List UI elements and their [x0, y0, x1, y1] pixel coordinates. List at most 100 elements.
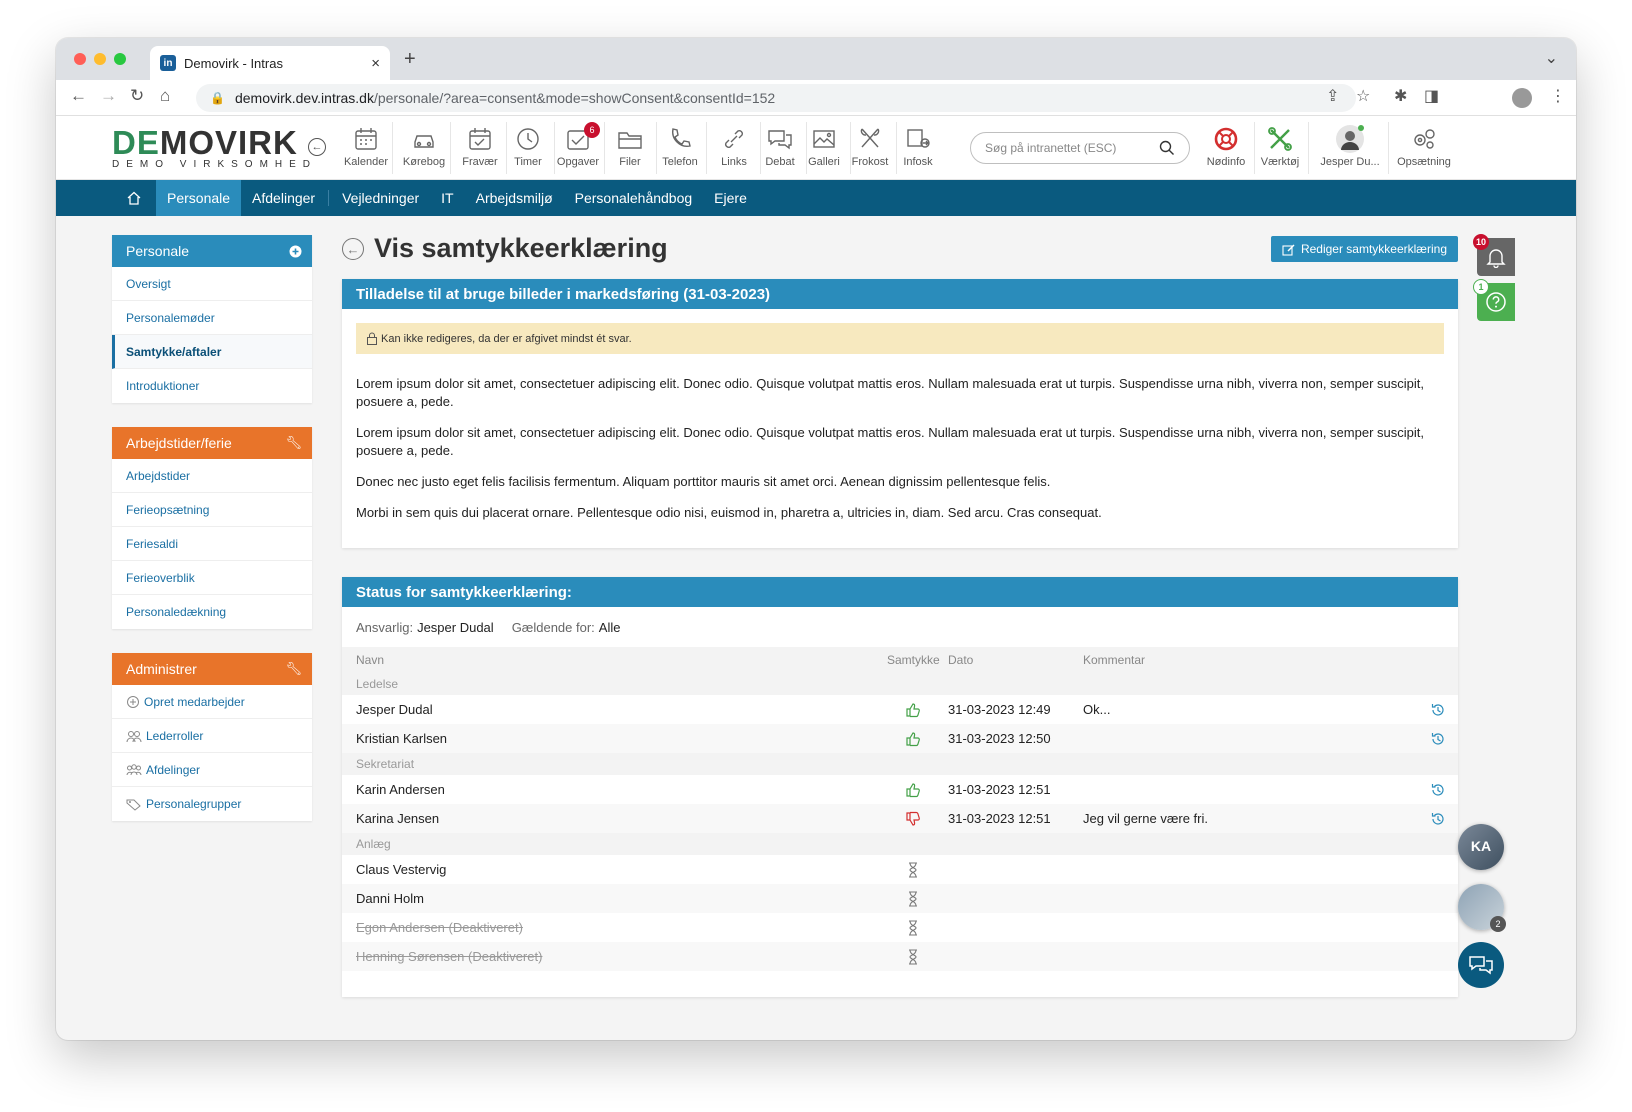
url-bar[interactable]: 🔒 demovirk.dev.intras.dk/personale/?area…: [196, 84, 1356, 112]
tag-icon: [126, 797, 142, 811]
thumbs-up-icon: [902, 731, 924, 747]
toolbar-car-button[interactable]: Kørebog: [396, 122, 452, 168]
tab-search-chevron-icon[interactable]: ⌄: [1545, 48, 1558, 68]
nav-item-4[interactable]: Arbejdsmiljø: [465, 180, 564, 216]
back-arrow-icon[interactable]: ←: [70, 86, 87, 106]
nav-item-0[interactable]: Personale: [156, 180, 242, 216]
sidepanel-icon[interactable]: ◨: [1424, 86, 1439, 106]
row-comment: Ok...: [1083, 702, 1111, 717]
nav-item-6[interactable]: Ejere: [703, 180, 758, 216]
consent-paragraph: Lorem ipsum dolor sit amet, consectetuer…: [356, 425, 1424, 458]
maximize-window-button[interactable]: [114, 53, 126, 65]
chat-contact-initials: KA: [1470, 838, 1492, 854]
reload-icon[interactable]: ↻: [130, 86, 144, 106]
forward-arrow-icon[interactable]: →: [100, 86, 117, 106]
status-group-header: Sekretariat: [342, 753, 1458, 775]
sidebar-item[interactable]: Arbejdstider: [112, 459, 312, 493]
sidebar-panel-header[interactable]: Arbejdstider/ferie 🔧︎: [112, 427, 312, 459]
app-header: DEMOVIRK DEMO VIRKSOMHED ← Kalender Køreb…: [56, 116, 1576, 180]
help-button[interactable]: 1: [1473, 279, 1515, 321]
browser-menu-icon[interactable]: ⋮: [1550, 86, 1566, 106]
header-tool-label: Opsætning: [1397, 156, 1451, 168]
chat-button[interactable]: [1458, 942, 1504, 988]
row-date: 31-03-2023 12:51: [948, 811, 1051, 826]
close-window-button[interactable]: [74, 53, 86, 65]
users-icon: [126, 729, 142, 743]
sidebar-item[interactable]: Introduktioner: [112, 369, 312, 403]
consent-paragraph: Lorem ipsum dolor sit amet, consectetuer…: [356, 376, 1424, 409]
consent-card: Tilladelse til at bruge billeder i marke…: [342, 279, 1458, 548]
sidebar-item[interactable]: Lederroller: [112, 719, 312, 753]
sidebar-item[interactable]: Opret medarbejder: [112, 685, 312, 719]
bookmark-star-icon[interactable]: ☆: [1356, 86, 1370, 106]
header-lifebuoy-button[interactable]: Nødinfo: [1198, 122, 1254, 168]
toolbar-calendar-button[interactable]: Kalender: [338, 122, 394, 168]
user-avatar-icon: [1312, 122, 1388, 156]
nav-home-icon[interactable]: [112, 180, 156, 216]
company-logo[interactable]: DEMOVIRK DEMO VIRKSOMHED: [112, 126, 318, 170]
sidebar-item[interactable]: Personalemøder: [112, 301, 312, 335]
header-tools-button[interactable]: Værktøj: [1252, 122, 1308, 168]
logo-sub: DEMO VIRKSOMHED: [112, 159, 318, 170]
chat-contact-bubble[interactable]: KA: [1458, 824, 1504, 870]
consent-title: Tilladelse til at bruge billeder i marke…: [342, 279, 1458, 309]
nav-item-5[interactable]: Personalehåndbog: [564, 180, 704, 216]
wrench-icon[interactable]: 🔧︎: [285, 661, 302, 677]
toolbar-folder-button[interactable]: Filer: [602, 122, 658, 168]
sidebar-item[interactable]: Afdelinger: [112, 753, 312, 787]
sidebar-item[interactable]: Feriesaldi: [112, 527, 312, 561]
collapse-sidebar-icon[interactable]: ←: [308, 138, 326, 156]
hourglass-icon: [902, 890, 924, 907]
search-input[interactable]: Søg på intranettet (ESC): [970, 132, 1190, 164]
new-tab-button[interactable]: +: [404, 48, 416, 71]
back-circle-icon[interactable]: ←: [342, 238, 364, 260]
nav-item-1[interactable]: Afdelinger: [241, 180, 326, 216]
nav-item-3[interactable]: IT: [430, 180, 464, 216]
home-icon[interactable]: ⌂: [160, 86, 170, 106]
favicon-icon: in: [160, 55, 176, 71]
share-icon[interactable]: ⇪: [1326, 86, 1339, 106]
sidebar-panel-header[interactable]: Administrer 🔧︎: [112, 653, 312, 685]
header-gears-button[interactable]: Opsætning: [1392, 122, 1456, 168]
minimize-window-button[interactable]: [94, 53, 106, 65]
header-user-avatar-button[interactable]: Jesper Du...: [1312, 122, 1388, 168]
tools-icon: [1252, 122, 1308, 156]
table-row: Kristian Karlsen 31-03-2023 12:50: [342, 724, 1458, 753]
toolbar-clock-button[interactable]: Timer: [500, 122, 556, 168]
sidebar-item-label: Oversigt: [126, 276, 171, 291]
browser-tab[interactable]: in Demovirk - Intras ×: [150, 46, 390, 80]
edit-consent-button[interactable]: Rediger samtykkeerklæring: [1270, 236, 1458, 262]
consent-paragraph: Morbi in sem quis dui placerat ornare. P…: [356, 505, 1102, 520]
nav-item-2[interactable]: Vejledninger: [331, 180, 430, 216]
table-row: Henning Sørensen (Deaktiveret): [342, 942, 1458, 971]
toolbar-tasks-button[interactable]: 6 Opgaver: [550, 122, 606, 168]
lock-icon: [367, 332, 377, 345]
toolbar-label: Filer: [619, 156, 641, 168]
profile-avatar[interactable]: [1512, 88, 1532, 108]
history-icon[interactable]: [1430, 811, 1446, 827]
plus-circle-icon[interactable]: [289, 245, 302, 258]
sidebar-item[interactable]: Personalegrupper: [112, 787, 312, 821]
help-badge: 1: [1473, 279, 1489, 295]
sidebar-item[interactable]: Samtykke/aftaler: [112, 335, 312, 369]
sidebar-item[interactable]: Personaledækning: [112, 595, 312, 629]
toolbar-label: Kalender: [343, 156, 389, 168]
toolbar-screen-button[interactable]: Infosk: [890, 122, 946, 168]
wrench-icon[interactable]: 🔧︎: [285, 435, 302, 451]
notifications-button[interactable]: 10: [1473, 234, 1515, 276]
chat-group-bubble[interactable]: 2: [1458, 884, 1506, 932]
close-tab-icon[interactable]: ×: [371, 55, 380, 72]
hourglass-icon: [902, 948, 924, 965]
history-icon[interactable]: [1430, 782, 1446, 798]
sidebar-item[interactable]: Ferieopsætning: [112, 493, 312, 527]
sidebar-item[interactable]: Oversigt: [112, 267, 312, 301]
sidebar-panel-title: Personale: [126, 243, 190, 259]
folder-icon: [602, 122, 658, 156]
extensions-icon[interactable]: ✱: [1394, 86, 1407, 106]
history-icon[interactable]: [1430, 731, 1446, 747]
sidebar-panel-header[interactable]: Personale: [112, 235, 312, 267]
history-icon[interactable]: [1430, 702, 1446, 718]
url-host: demovirk.dev.intras.dk: [234, 90, 374, 106]
sidebar-item[interactable]: Ferieoverblik: [112, 561, 312, 595]
toolbar-phone-button[interactable]: Telefon: [652, 122, 708, 168]
